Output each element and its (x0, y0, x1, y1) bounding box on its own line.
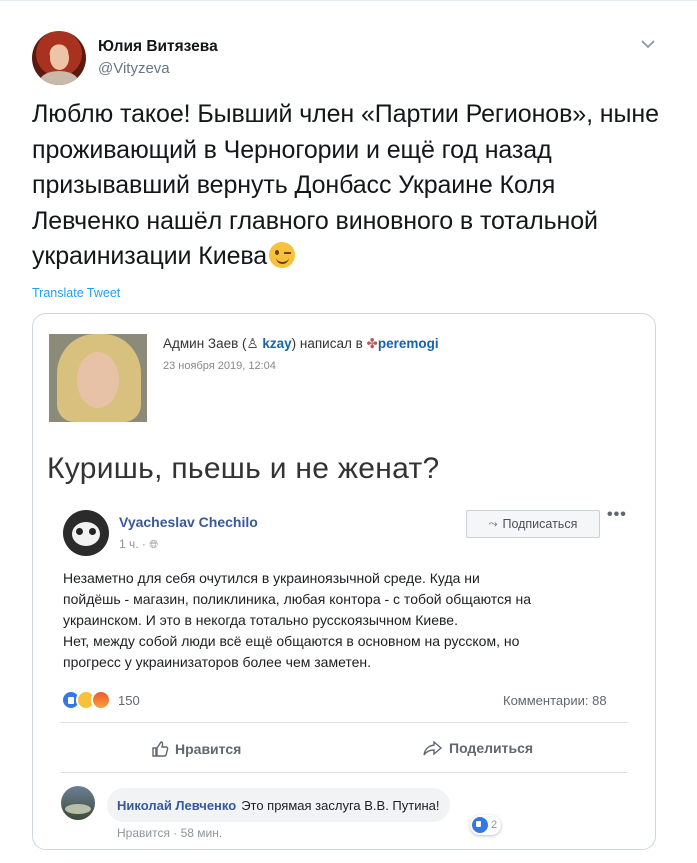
comment-reaction-count: 2 (491, 819, 498, 831)
reactions-summary: 150 (61, 690, 140, 710)
comment-reactions: 2 (470, 815, 502, 835)
comments-count: Комментарии: 88 (503, 693, 607, 708)
fb-author-avatar (63, 510, 109, 556)
commenter-avatar (61, 786, 95, 820)
tweet: Юлия Витязева @Vityzeva Люблю такое! Быв… (0, 0, 697, 863)
winking-face-icon (269, 242, 296, 268)
reactions-count: 150 (118, 692, 140, 708)
comment-actions: Нравится · 58 мин. (117, 826, 223, 840)
more-options-icon: ••• (607, 506, 627, 523)
like-reaction-icon (472, 817, 488, 833)
fb-like-button: Нравится (151, 740, 241, 758)
author-handle[interactable]: @Vityzeva (98, 60, 170, 77)
angry-reaction-icon (91, 690, 111, 710)
user-icon: ♙ (246, 336, 259, 351)
fb-post-time: 1 ч. · 🌐︎ (119, 537, 159, 551)
embedded-screenshot[interactable]: Админ Заев (♙ kzay) написал в ✤peremogi … (32, 313, 656, 850)
byline-community-link[interactable]: peremogi (378, 336, 439, 351)
community-icon: ✤ (366, 336, 378, 351)
commenter-name: Николай Левченко (117, 797, 237, 813)
share-arrow-icon (423, 740, 443, 756)
comment-text: Это прямая заслуга В.В. Путина! (241, 797, 440, 813)
chevron-down-icon[interactable] (638, 36, 658, 52)
tweet-body: Люблю такое! Бывший член «Партии Регионо… (32, 100, 659, 270)
rss-icon: ⤳ (488, 517, 498, 530)
author-name[interactable]: Юлия Витязева (98, 38, 218, 56)
byline-user-link[interactable]: kzay (262, 336, 291, 351)
divider (61, 772, 627, 773)
thumbs-up-icon (152, 741, 169, 757)
fb-post-text: Незаметно для себя очутился в украиноязы… (63, 570, 532, 670)
author-avatar[interactable] (32, 31, 86, 85)
post-headline: Куришь, пьешь и не женат? (47, 452, 440, 485)
post-byline: Админ Заев (♙ kzay) написал в ✤peremogi (163, 336, 439, 351)
tweet-text: Люблю такое! Бывший член «Партии Регионо… (32, 97, 662, 275)
globe-icon: 🌐︎ (149, 539, 159, 551)
fb-author-name: Vyacheslav Chechilo (119, 514, 258, 530)
post-date: 23 ноября 2019, 12:04 (163, 360, 276, 372)
post-author-photo (49, 334, 147, 422)
comment-bubble: Николай Левченко Это прямая заслуга В.В.… (107, 788, 450, 822)
subscribe-button: ⤳ Подписаться (466, 510, 600, 538)
translate-tweet-link[interactable]: Translate Tweet (32, 286, 120, 300)
fb-share-button: Поделиться (423, 740, 533, 756)
divider (61, 722, 627, 723)
